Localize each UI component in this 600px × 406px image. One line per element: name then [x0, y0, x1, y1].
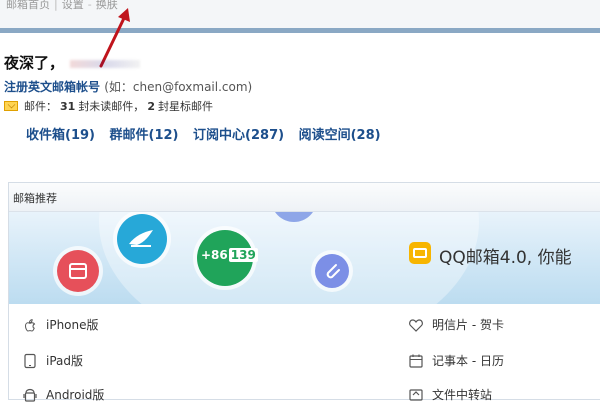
mail-label: 邮件： [24, 100, 57, 113]
tool-label[interactable]: 文件中转站 [432, 386, 492, 403]
tool-notebook[interactable]: 记事本 - 日历 [408, 352, 504, 369]
phone-number-text: +86 139 [201, 248, 258, 262]
unread-label: 封未读邮件， [78, 100, 145, 113]
separator: | [54, 0, 58, 11]
app-label[interactable]: iPhone版 [46, 316, 99, 333]
panel-header: 邮箱推荐 [9, 183, 600, 212]
bird-icon [117, 214, 167, 264]
calendar-icon [408, 353, 424, 369]
phone-prefix: +86 [201, 248, 228, 262]
folder-group-mail[interactable]: 群邮件(12) [110, 128, 179, 143]
register-link[interactable]: 注册英文邮箱帐号 [4, 80, 100, 94]
folder-links: 收件箱(19) 群邮件(12) 订阅中心(287) 阅读空间(28) [26, 124, 391, 143]
blurred-username [70, 59, 141, 68]
banner-title: QQ邮箱4.0, 你能 [439, 248, 572, 268]
register-english-account[interactable]: 注册英文邮箱帐号 (如：chen@foxmail.com) [4, 78, 252, 95]
panel-title: 邮箱推荐 [13, 192, 57, 205]
top-links: 邮箱首页 | 设置 - 换肤 [6, 0, 118, 12]
separator: - [87, 0, 92, 11]
heart-icon [408, 317, 424, 333]
promo-banner[interactable]: +86 139 QQ邮箱4.0, 你能 [9, 212, 600, 304]
folder-reading-space[interactable]: 阅读空间(28) [299, 128, 381, 143]
greeting-text: 夜深了， [4, 54, 65, 72]
calendar-circle-icon [57, 250, 99, 292]
phone-number: 139 [228, 248, 258, 262]
phone-number-icon: +86 139 [197, 230, 258, 286]
app-label[interactable]: iPad版 [46, 352, 83, 369]
tool-file-transfer[interactable]: 文件中转站 [408, 386, 492, 403]
folder-inbox[interactable]: 收件箱(19) [26, 128, 95, 143]
register-example: (如：chen@foxmail.com) [104, 80, 253, 94]
top-navigation: 邮箱首页 | 设置 - 换肤 [0, 0, 600, 28]
recommend-panel: 邮箱推荐 +86 139 QQ邮箱4.0, 你能 [8, 182, 600, 400]
app-ipad[interactable]: iPad版 [22, 352, 83, 369]
app-label[interactable]: Android版 [46, 386, 104, 403]
tablet-icon [22, 353, 38, 369]
tool-label[interactable]: 明信片 - 贺卡 [432, 316, 504, 333]
settings-link[interactable]: 设置 [62, 0, 84, 12]
mailbox-home-link[interactable]: 邮箱首页 [6, 0, 50, 12]
app-iphone[interactable]: iPhone版 [22, 316, 99, 333]
change-skin-link[interactable]: 换肤 [96, 0, 118, 12]
folder-subscription[interactable]: 订阅中心(287) [193, 128, 284, 143]
greeting: 夜深了， [4, 52, 141, 73]
header-divider [0, 28, 600, 33]
paperclip-icon [315, 254, 349, 288]
mail-stats: 邮件： 31 封未读邮件， 2 封星标邮件 [4, 98, 213, 114]
qq-mail-logo-icon [409, 242, 431, 264]
android-icon [22, 387, 38, 403]
transfer-icon [408, 387, 424, 403]
starred-count[interactable]: 2 [147, 100, 155, 113]
starred-label: 封星标邮件 [157, 100, 213, 113]
unread-count[interactable]: 31 [60, 100, 75, 113]
apple-icon [22, 317, 38, 333]
tool-label[interactable]: 记事本 - 日历 [432, 352, 504, 369]
app-android[interactable]: Android版 [22, 386, 104, 403]
tool-postcard[interactable]: 明信片 - 贺卡 [408, 316, 504, 333]
envelope-icon [4, 101, 18, 111]
